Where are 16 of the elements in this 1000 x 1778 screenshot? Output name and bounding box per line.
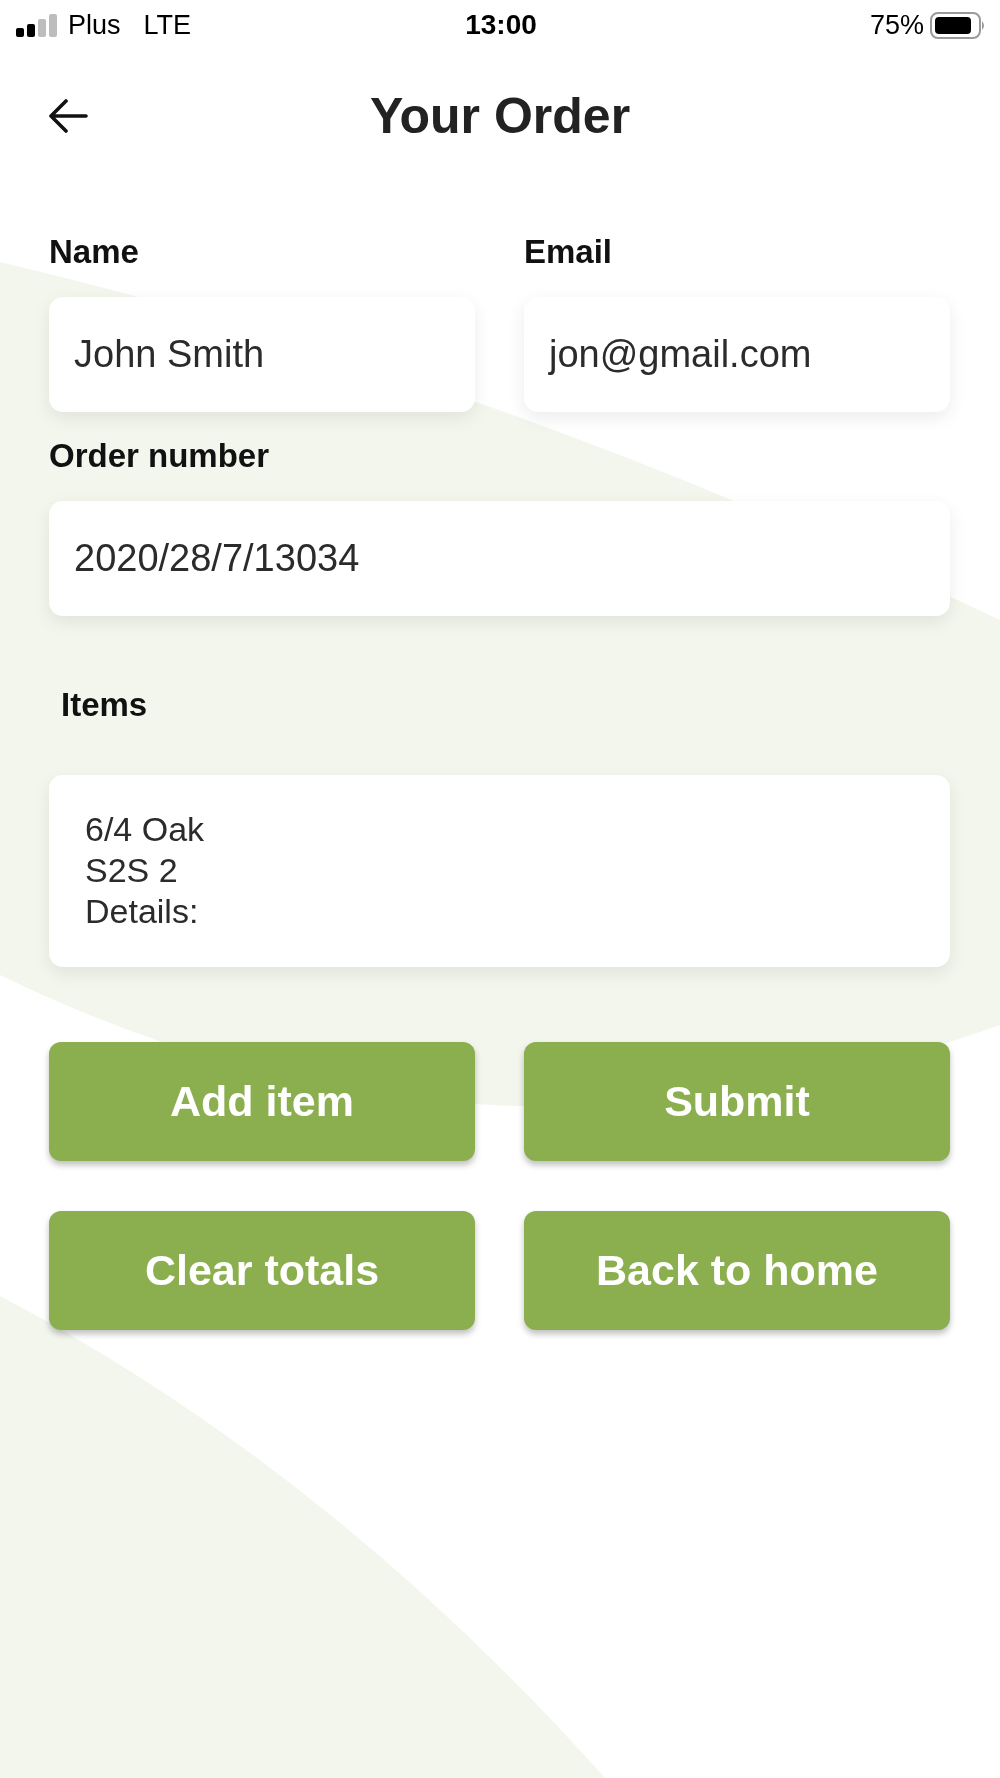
- input-field[interactable]: John Smith: [49, 297, 475, 412]
- battery-icon: [930, 11, 986, 39]
- carrier-name: Plus: [68, 9, 121, 41]
- input-field[interactable]: jon@gmail.com: [524, 297, 950, 412]
- field-label: Order number: [49, 437, 271, 475]
- field-label: Email: [524, 233, 614, 271]
- field-label: Items: [60, 686, 148, 724]
- battery-percent: 75%: [869, 9, 924, 41]
- field-label: Name: [49, 233, 140, 271]
- network-type: LTE: [143, 9, 192, 41]
- status-time: 13:00: [465, 9, 537, 41]
- input-field[interactable]: 2020/28/7/13034: [49, 501, 950, 616]
- page-title: Your Order: [368, 87, 632, 146]
- items-text-area[interactable]: 6/4 Oak S2S 2 Details:: [49, 775, 950, 967]
- signal-icon: [16, 13, 57, 37]
- back-arrow-icon: [48, 99, 88, 133]
